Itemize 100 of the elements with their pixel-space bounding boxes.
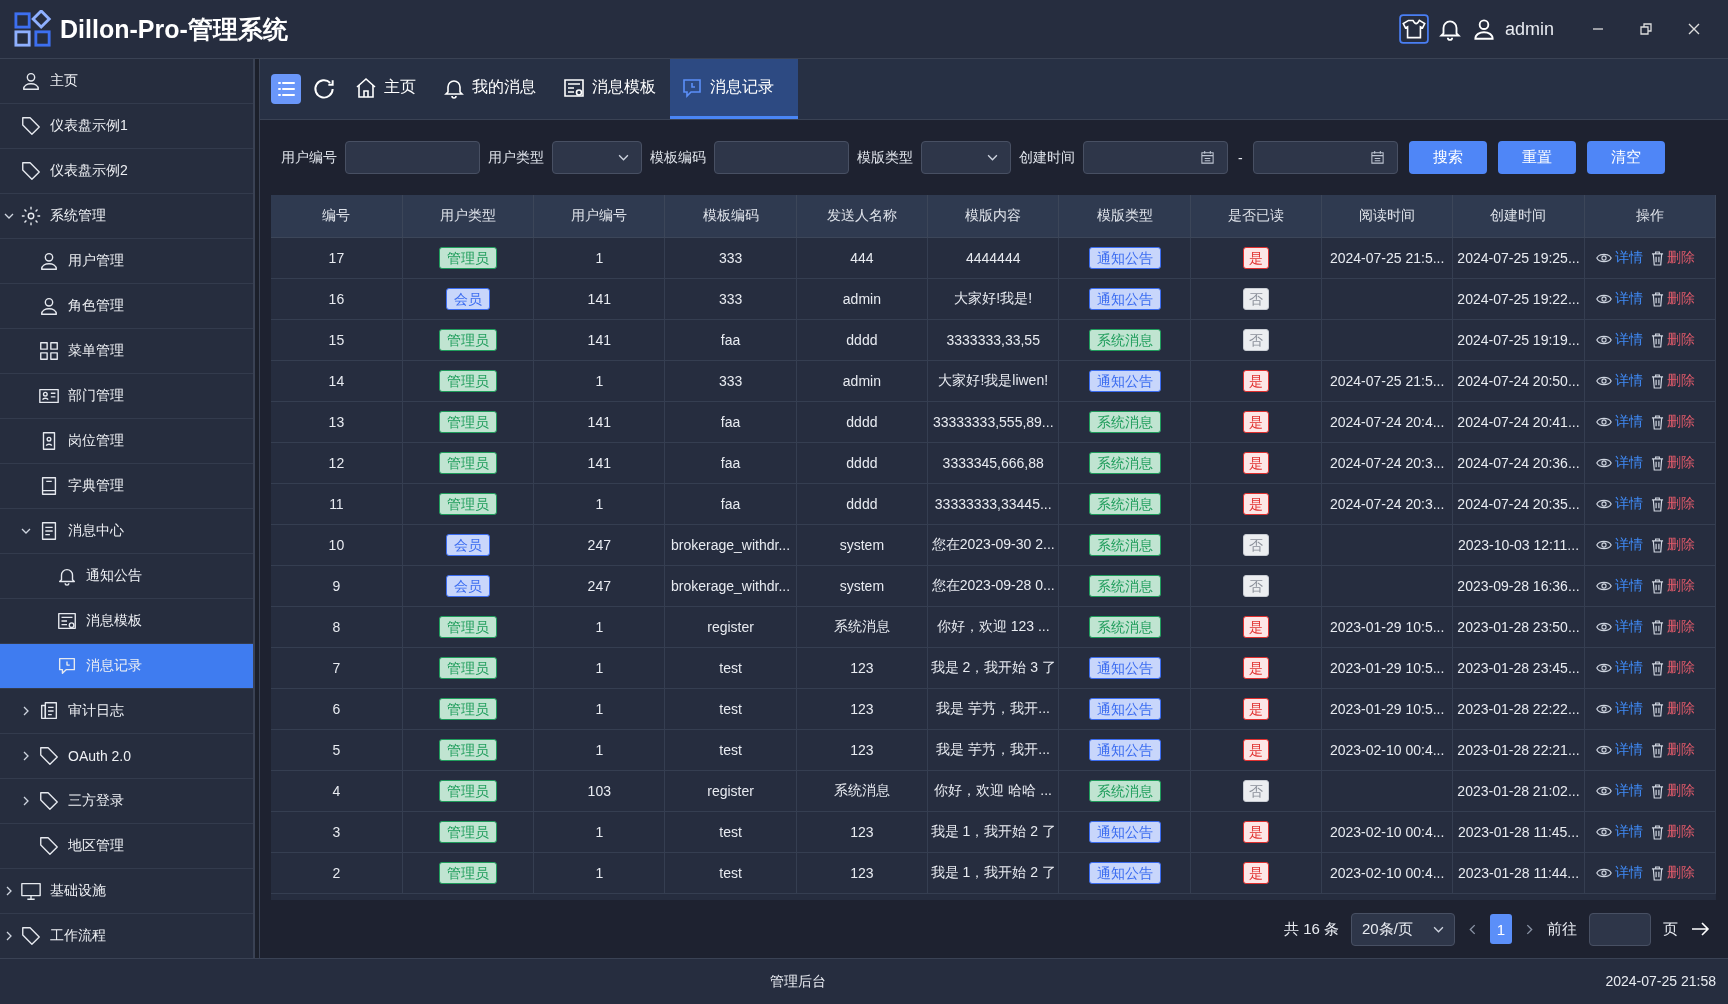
- trash-icon[interactable]: [1651, 783, 1665, 799]
- select-field[interactable]: [921, 141, 1011, 174]
- trash-icon[interactable]: [1651, 414, 1665, 430]
- delete-link[interactable]: 删除: [1667, 618, 1696, 635]
- detail-link[interactable]: 详情: [1615, 495, 1644, 512]
- eye-icon[interactable]: [1596, 662, 1613, 675]
- trash-icon[interactable]: [1651, 537, 1665, 553]
- eye-icon[interactable]: [1596, 826, 1613, 839]
- eye-icon[interactable]: [1596, 457, 1613, 470]
- page-size-select[interactable]: 20条/页: [1351, 912, 1455, 946]
- chevron-right-icon[interactable]: [21, 706, 31, 716]
- detail-link[interactable]: 详情: [1615, 864, 1644, 881]
- trash-icon[interactable]: [1651, 496, 1665, 512]
- eye-icon[interactable]: [1596, 375, 1613, 388]
- detail-link[interactable]: 详情: [1615, 741, 1644, 758]
- detail-link[interactable]: 详情: [1615, 372, 1644, 389]
- page-number[interactable]: 1: [1490, 914, 1512, 944]
- chevron-right-icon[interactable]: [4, 886, 14, 896]
- trash-icon[interactable]: [1651, 373, 1665, 389]
- detail-link[interactable]: 详情: [1615, 700, 1644, 717]
- chevron-right-icon[interactable]: [21, 751, 31, 761]
- delete-link[interactable]: 删除: [1667, 700, 1696, 717]
- table-cell: 1: [533, 647, 665, 689]
- trash-icon[interactable]: [1651, 660, 1665, 676]
- delete-link[interactable]: 删除: [1667, 577, 1696, 594]
- eye-icon[interactable]: [1596, 293, 1613, 306]
- refresh-icon[interactable]: [311, 76, 337, 102]
- restore-icon[interactable]: [1638, 21, 1654, 37]
- eye-icon[interactable]: [1596, 867, 1613, 880]
- user-name[interactable]: admin: [1504, 18, 1554, 40]
- eye-icon[interactable]: [1596, 703, 1613, 716]
- tab[interactable]: 我的消息: [430, 59, 550, 119]
- detail-link[interactable]: 详情: [1615, 618, 1644, 635]
- delete-link[interactable]: 删除: [1667, 372, 1696, 389]
- delete-link[interactable]: 删除: [1667, 454, 1696, 471]
- trash-icon[interactable]: [1651, 701, 1665, 717]
- detail-link[interactable]: 详情: [1615, 659, 1644, 676]
- delete-link[interactable]: 删除: [1667, 864, 1696, 881]
- trash-icon[interactable]: [1651, 619, 1665, 635]
- template-type-tag: 通知公告: [1088, 657, 1161, 679]
- trash-icon[interactable]: [1651, 332, 1665, 348]
- eye-icon[interactable]: [1596, 744, 1613, 757]
- page-input[interactable]: [1589, 912, 1651, 946]
- detail-link[interactable]: 详情: [1615, 331, 1644, 348]
- trash-icon[interactable]: [1651, 250, 1665, 266]
- eye-icon[interactable]: [1596, 785, 1613, 798]
- eye-icon[interactable]: [1596, 498, 1613, 511]
- detail-link[interactable]: 详情: [1615, 290, 1644, 307]
- menu-icon[interactable]: [271, 74, 301, 104]
- filter-button[interactable]: 重置: [1497, 141, 1576, 174]
- delete-link[interactable]: 删除: [1667, 782, 1696, 799]
- previous-page-icon[interactable]: [1467, 923, 1478, 935]
- arrow-right-icon[interactable]: [1690, 921, 1710, 937]
- eye-icon[interactable]: [1596, 334, 1613, 347]
- detail-link[interactable]: 详情: [1615, 782, 1644, 799]
- delete-link[interactable]: 删除: [1667, 536, 1696, 553]
- eye-icon[interactable]: [1596, 539, 1613, 552]
- delete-link[interactable]: 删除: [1667, 413, 1696, 430]
- filter-button[interactable]: 清空: [1586, 141, 1665, 174]
- delete-link[interactable]: 删除: [1667, 249, 1696, 266]
- date-field[interactable]: [1083, 141, 1228, 174]
- detail-link[interactable]: 详情: [1615, 577, 1644, 594]
- trash-icon[interactable]: [1651, 455, 1665, 471]
- trash-icon[interactable]: [1651, 578, 1665, 594]
- detail-link[interactable]: 详情: [1615, 536, 1644, 553]
- shirt-icon[interactable]: [1398, 14, 1429, 44]
- eye-icon[interactable]: [1596, 580, 1613, 593]
- delete-link[interactable]: 删除: [1667, 331, 1696, 348]
- close-icon[interactable]: [1686, 21, 1702, 37]
- delete-link[interactable]: 删除: [1667, 659, 1696, 676]
- tab[interactable]: 消息记录: [670, 59, 798, 119]
- chevron-down-icon[interactable]: [21, 526, 31, 536]
- filter-button[interactable]: 搜索: [1408, 141, 1487, 174]
- tab[interactable]: 主页: [342, 59, 430, 119]
- sidebar-item[interactable]: 消息记录: [0, 644, 253, 689]
- delete-link[interactable]: 删除: [1667, 823, 1696, 840]
- input-field[interactable]: [345, 141, 480, 174]
- eye-icon[interactable]: [1596, 252, 1613, 265]
- delete-link[interactable]: 删除: [1667, 741, 1696, 758]
- detail-link[interactable]: 详情: [1615, 249, 1644, 266]
- delete-link[interactable]: 删除: [1667, 495, 1696, 512]
- eye-icon[interactable]: [1596, 416, 1613, 429]
- detail-link[interactable]: 详情: [1615, 454, 1644, 471]
- input-field[interactable]: [714, 141, 849, 174]
- chevron-right-icon[interactable]: [21, 796, 31, 806]
- select-field[interactable]: [552, 141, 642, 174]
- chevron-down-icon[interactable]: [4, 211, 14, 221]
- delete-link[interactable]: 删除: [1667, 290, 1696, 307]
- date-field[interactable]: [1252, 141, 1398, 174]
- trash-icon[interactable]: [1651, 742, 1665, 758]
- tab[interactable]: 消息模板: [550, 59, 670, 119]
- detail-link[interactable]: 详情: [1615, 413, 1644, 430]
- sidebar-item[interactable]: 菜单管理: [0, 329, 253, 374]
- trash-icon[interactable]: [1651, 824, 1665, 840]
- next-page-icon[interactable]: [1524, 923, 1535, 935]
- chevron-right-icon[interactable]: [4, 931, 14, 941]
- detail-link[interactable]: 详情: [1615, 823, 1644, 840]
- trash-icon[interactable]: [1651, 865, 1665, 881]
- trash-icon[interactable]: [1651, 291, 1665, 307]
- eye-icon[interactable]: [1596, 621, 1613, 634]
